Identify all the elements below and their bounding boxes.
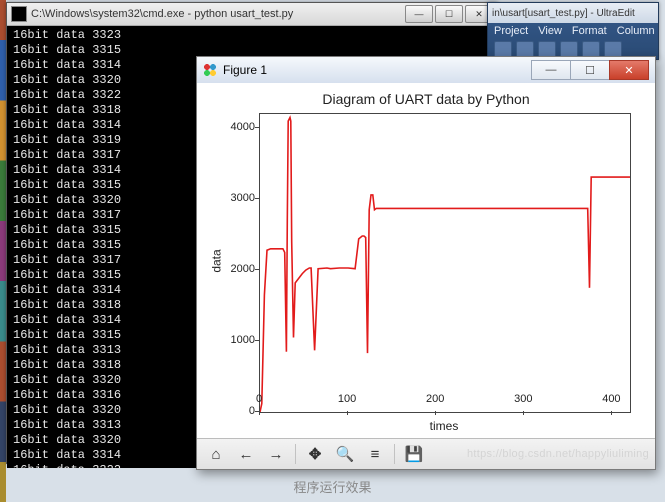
ultraedit-menu-item[interactable]: Column [617, 25, 655, 37]
cmd-title: C:\Windows\system32\cmd.exe - python usa… [31, 8, 293, 20]
figure-title: Figure 1 [223, 63, 267, 77]
y-tick-label: 3000 [231, 192, 255, 204]
toolbar-save-icon[interactable]: 💾 [401, 442, 427, 466]
cmd-line: 16bit data 3323 [13, 28, 491, 43]
plot-area [259, 113, 631, 413]
ultraedit-menu[interactable]: Project View Format Column [488, 23, 658, 39]
figure-titlebar[interactable]: Figure 1 — ☐ ✕ [197, 57, 655, 84]
ultraedit-titlebar[interactable]: in\usart[usart_test.py] - UltraEdit [488, 3, 658, 23]
y-tick-label: 4000 [231, 121, 255, 133]
cmd-titlebar[interactable]: C:\Windows\system32\cmd.exe - python usa… [7, 3, 497, 26]
x-tick-label: 100 [338, 393, 356, 405]
ultraedit-menu-item[interactable]: Format [572, 25, 607, 37]
ultraedit-menu-item[interactable]: View [538, 25, 562, 37]
figure-toolbar: ⌂ ← → ✥ 🔍 ≡ 💾 https://blog.csdn.net/happ… [197, 438, 655, 469]
ultraedit-title: in\usart[usart_test.py] - UltraEdit [492, 8, 635, 19]
figure-maximize-button[interactable]: ☐ [570, 60, 610, 80]
toolbar-back-icon[interactable]: ← [233, 442, 259, 466]
watermark-text: https://blog.csdn.net/happyliuliming [467, 448, 649, 460]
chart-xlabel: times [259, 419, 629, 433]
figure-close-button[interactable]: ✕ [609, 60, 649, 80]
y-tick-label: 1000 [231, 334, 255, 346]
figure-window: Figure 1 — ☐ ✕ Diagram of UART data by P… [196, 56, 656, 470]
cmd-icon [11, 6, 27, 22]
toolbar-separator [394, 444, 395, 464]
x-tick-label: 0 [256, 393, 262, 405]
x-tick-label: 300 [514, 393, 532, 405]
toolbar-forward-icon[interactable]: → [263, 442, 289, 466]
page-caption: 程序运行效果 [0, 477, 665, 496]
cmd-minimize-button[interactable]: — [405, 5, 433, 23]
chart-title: Diagram of UART data by Python [197, 91, 655, 107]
x-tick-label: 200 [426, 393, 444, 405]
chart-line [260, 114, 630, 412]
toolbar-home-icon[interactable]: ⌂ [203, 442, 229, 466]
toolbar-zoom-icon[interactable]: 🔍 [332, 442, 358, 466]
ultraedit-menu-item[interactable]: Project [494, 25, 528, 37]
toolbar-subplots-icon[interactable]: ≡ [362, 442, 388, 466]
y-tick-label: 2000 [231, 263, 255, 275]
toolbar-separator [295, 444, 296, 464]
toolbar-pan-icon[interactable]: ✥ [302, 442, 328, 466]
chart-ylabel: data [210, 249, 224, 272]
x-tick-label: 400 [602, 393, 620, 405]
matplotlib-icon [203, 63, 217, 77]
figure-minimize-button[interactable]: — [531, 60, 571, 80]
cmd-maximize-button[interactable]: ☐ [435, 5, 463, 23]
figure-canvas: Diagram of UART data by Python data time… [197, 83, 655, 439]
ultraedit-window: in\usart[usart_test.py] - UltraEdit Proj… [487, 2, 659, 60]
